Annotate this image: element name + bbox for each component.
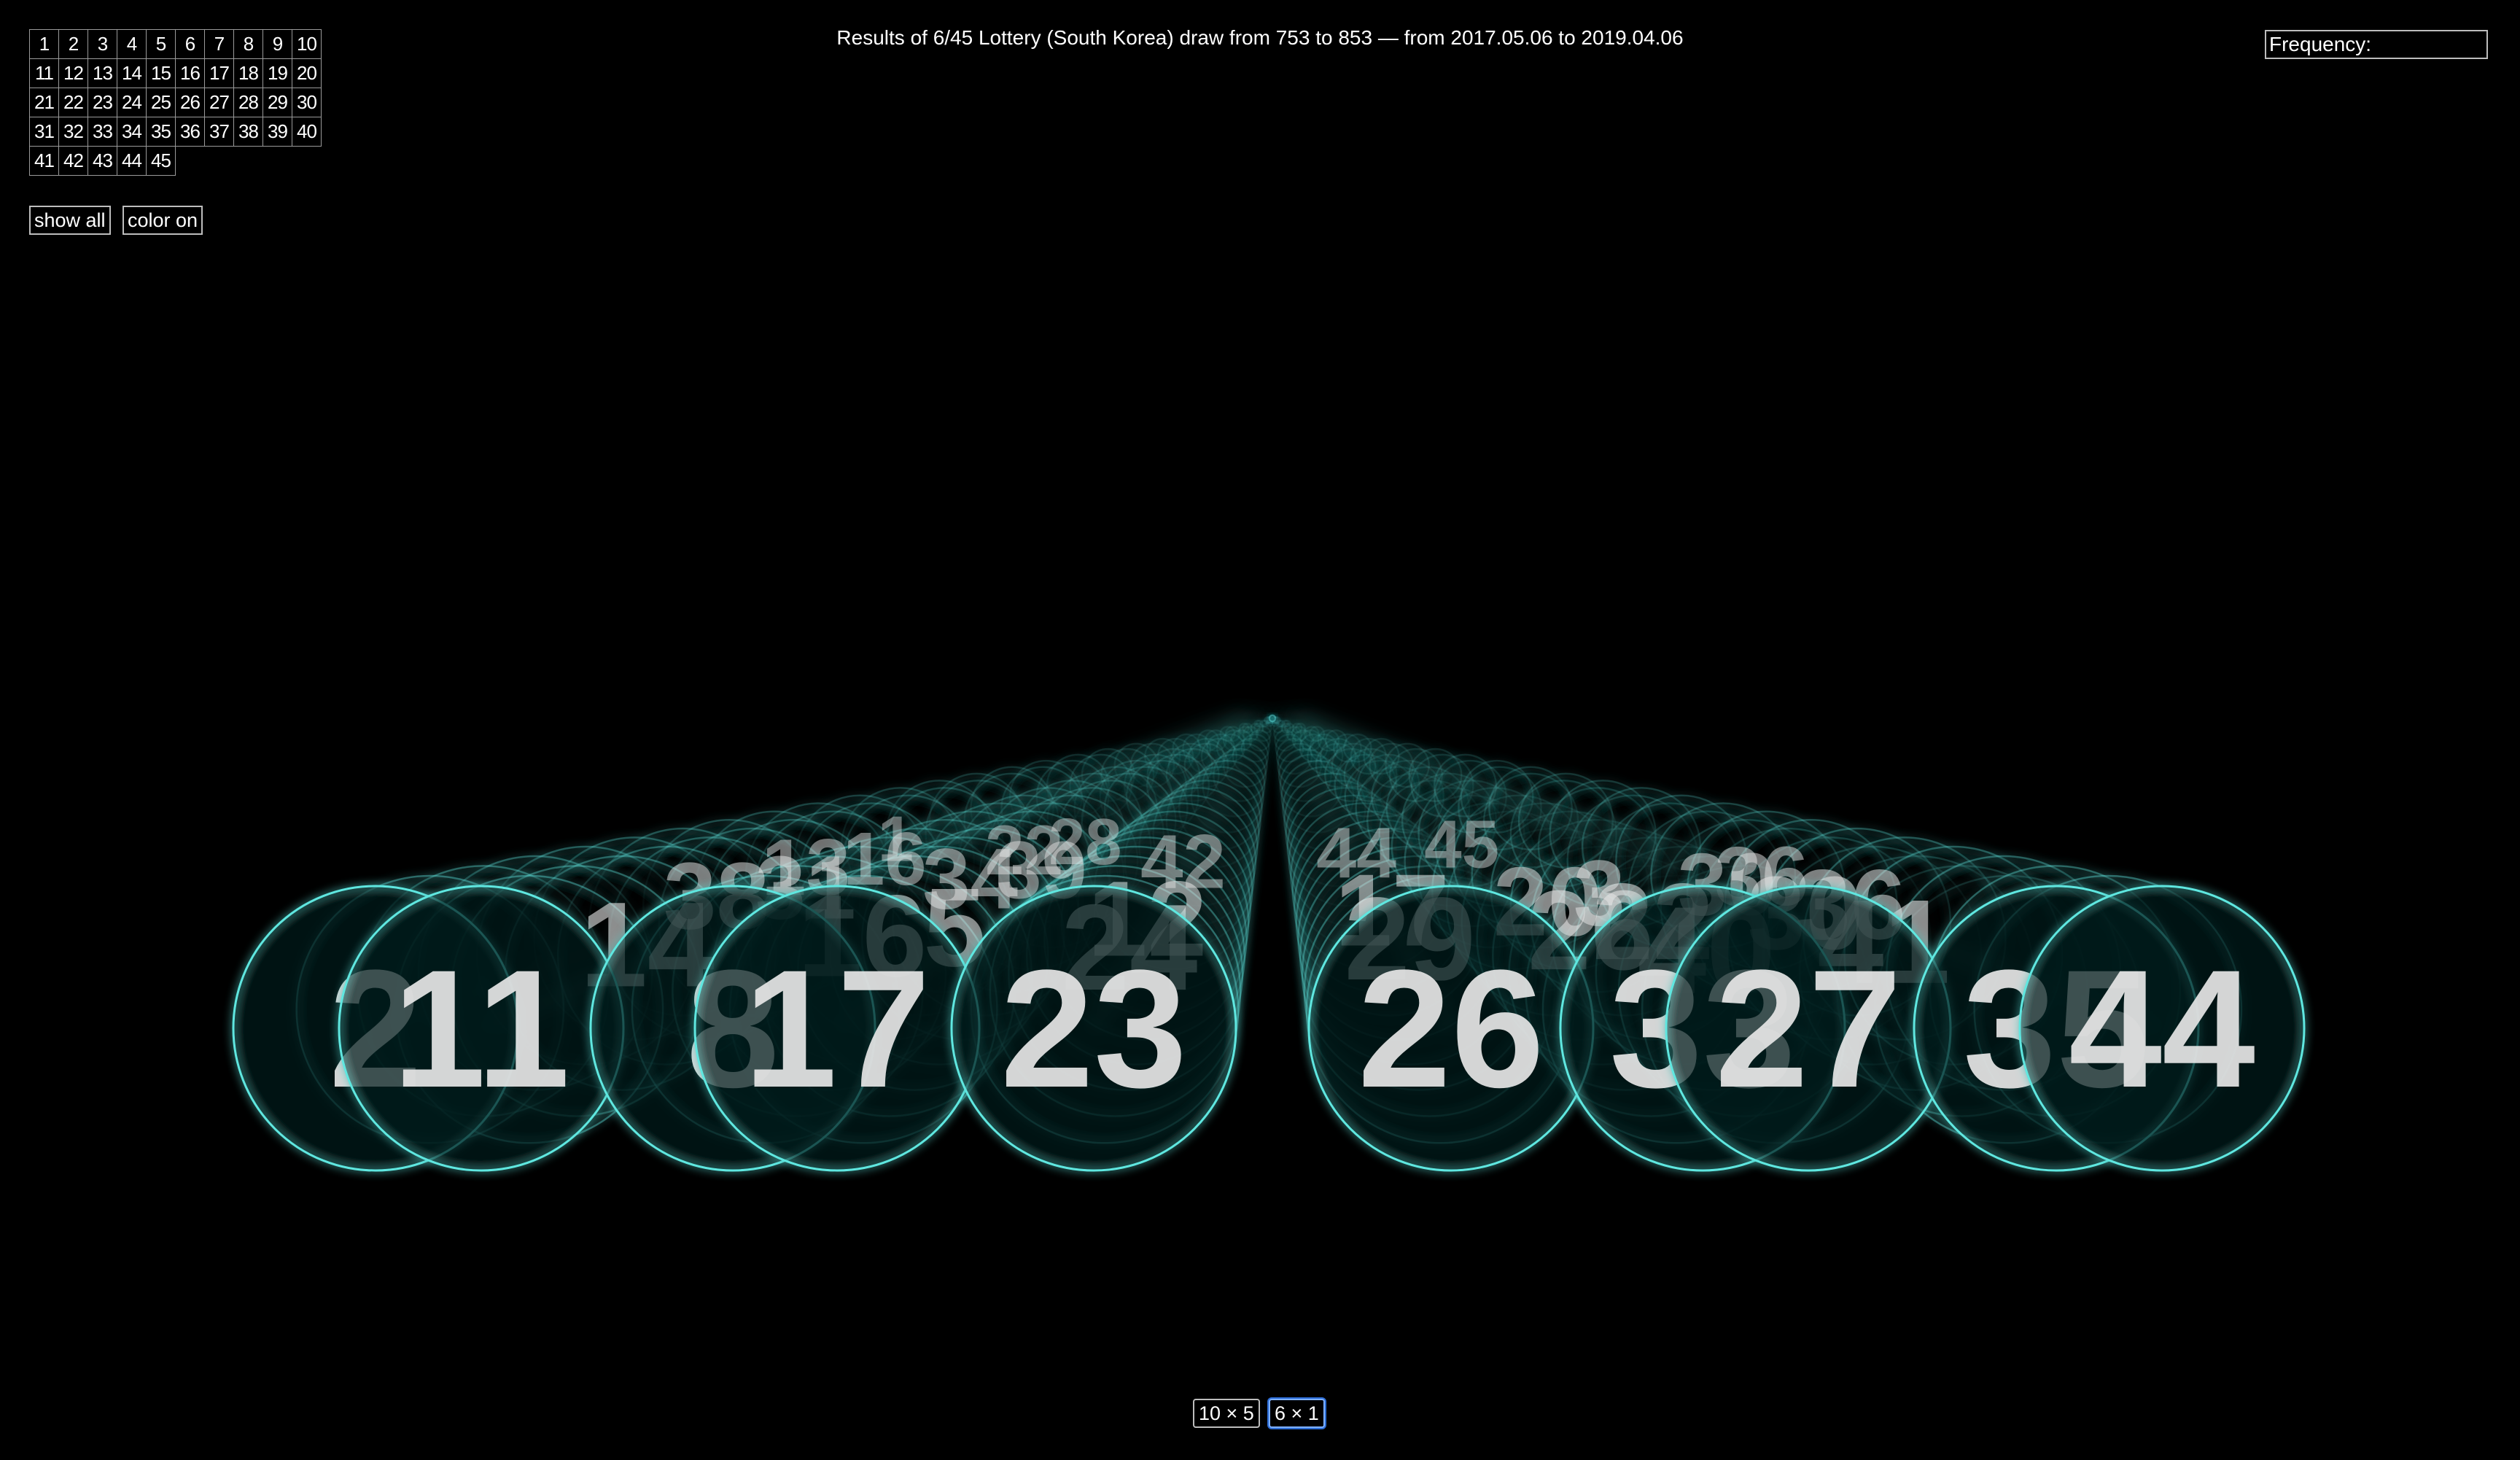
number-cell[interactable]: 9 xyxy=(263,30,292,59)
frequency-label: Frequency: xyxy=(2269,33,2372,55)
number-cell[interactable]: 21 xyxy=(30,88,59,117)
number-cell[interactable]: 36 xyxy=(176,117,205,147)
lottery-ball-visualization: 114 165 12 17 203 30361316 222824 29 2622 3036383… xyxy=(232,714,2306,1172)
frequency-display: Frequency: xyxy=(2265,30,2488,59)
number-cell[interactable]: 30 xyxy=(292,88,322,117)
front-ball-number: 23 xyxy=(1000,935,1187,1122)
number-cell[interactable]: 34 xyxy=(117,117,147,147)
number-cell[interactable]: 1 xyxy=(30,30,59,59)
number-cell[interactable]: 12 xyxy=(59,59,88,88)
trail-ball xyxy=(1295,723,1306,734)
number-cell[interactable]: 14 xyxy=(117,59,147,88)
number-cell[interactable]: 24 xyxy=(117,88,147,117)
number-cell[interactable]: 3 xyxy=(88,30,117,59)
number-cell[interactable]: 31 xyxy=(30,117,59,147)
number-cell[interactable]: 27 xyxy=(205,88,234,117)
number-cell[interactable]: 4 xyxy=(117,30,147,59)
number-cell[interactable]: 17 xyxy=(205,59,234,88)
front-ball-number: 44 xyxy=(2069,935,2255,1122)
page-title: Results of 6/45 Lottery (South Korea) dr… xyxy=(836,26,1684,49)
trail-ball-number: 42 xyxy=(1140,820,1226,905)
trail-ball xyxy=(1283,719,1291,728)
front-ball-number: 11 xyxy=(392,935,569,1122)
number-cell[interactable]: 19 xyxy=(263,59,292,88)
trail-ball xyxy=(1309,726,1326,742)
number-cell[interactable]: 16 xyxy=(176,59,205,88)
number-cell[interactable]: 10 xyxy=(292,30,322,59)
number-cell[interactable]: 29 xyxy=(263,88,292,117)
number-cell[interactable]: 41 xyxy=(30,147,59,176)
layout-6x1-button[interactable]: 6 × 1 xyxy=(1269,1399,1325,1428)
number-cell[interactable]: 33 xyxy=(88,117,117,147)
layout-10x5-button[interactable]: 10 × 5 xyxy=(1193,1399,1260,1428)
number-cell[interactable]: 5 xyxy=(147,30,176,59)
number-cell[interactable]: 23 xyxy=(88,88,117,117)
number-cell[interactable]: 35 xyxy=(147,117,176,147)
number-cell[interactable]: 18 xyxy=(234,59,263,88)
number-cell[interactable]: 6 xyxy=(176,30,205,59)
front-ball-number: 17 xyxy=(744,935,930,1122)
show-all-button[interactable]: show all xyxy=(29,206,111,235)
number-cell[interactable]: 20 xyxy=(292,59,322,88)
number-cell[interactable]: 43 xyxy=(88,147,117,176)
number-cell[interactable]: 26 xyxy=(176,88,205,117)
trail-ball xyxy=(1273,716,1281,724)
number-cell[interactable]: 7 xyxy=(205,30,234,59)
number-cell[interactable]: 13 xyxy=(88,59,117,88)
number-cell[interactable]: 40 xyxy=(292,117,322,147)
number-cell[interactable]: 39 xyxy=(263,117,292,147)
number-cell[interactable]: 2 xyxy=(59,30,88,59)
number-cell[interactable]: 28 xyxy=(234,88,263,117)
number-cell[interactable]: 8 xyxy=(234,30,263,59)
front-row-layer: 211 817 23 26 3327 3544 xyxy=(232,885,2306,1172)
number-cell[interactable]: 37 xyxy=(205,117,234,147)
number-cell[interactable]: 25 xyxy=(147,88,176,117)
front-ball-number: 26 xyxy=(1358,935,1544,1122)
trail-ball-number: 45 xyxy=(1424,807,1499,882)
number-cell[interactable]: 22 xyxy=(59,88,88,117)
color-on-button[interactable]: color on xyxy=(122,206,203,235)
number-cell[interactable]: 32 xyxy=(59,117,88,147)
number-cell[interactable]: 45 xyxy=(147,147,176,176)
number-cell[interactable]: 15 xyxy=(147,59,176,88)
number-cell[interactable]: 42 xyxy=(59,147,88,176)
number-grid: 1 2 3 4 5 6 7 8 9 10 11 12 13 14 15 16 17 18 19 20 21 22 23 24 2… xyxy=(29,29,322,176)
number-cell[interactable]: 38 xyxy=(234,117,263,147)
front-ball-number: 27 xyxy=(1715,935,1902,1122)
visualization-stage: 1 14 16 5 12 17 20 3 30 36 13 16 22 28 24 29 26 22 30 36 38 3… xyxy=(0,0,2520,1460)
trail-ball-number: 44 xyxy=(1316,813,1396,893)
number-cell[interactable]: 11 xyxy=(30,59,59,88)
number-cell[interactable]: 44 xyxy=(117,147,147,176)
